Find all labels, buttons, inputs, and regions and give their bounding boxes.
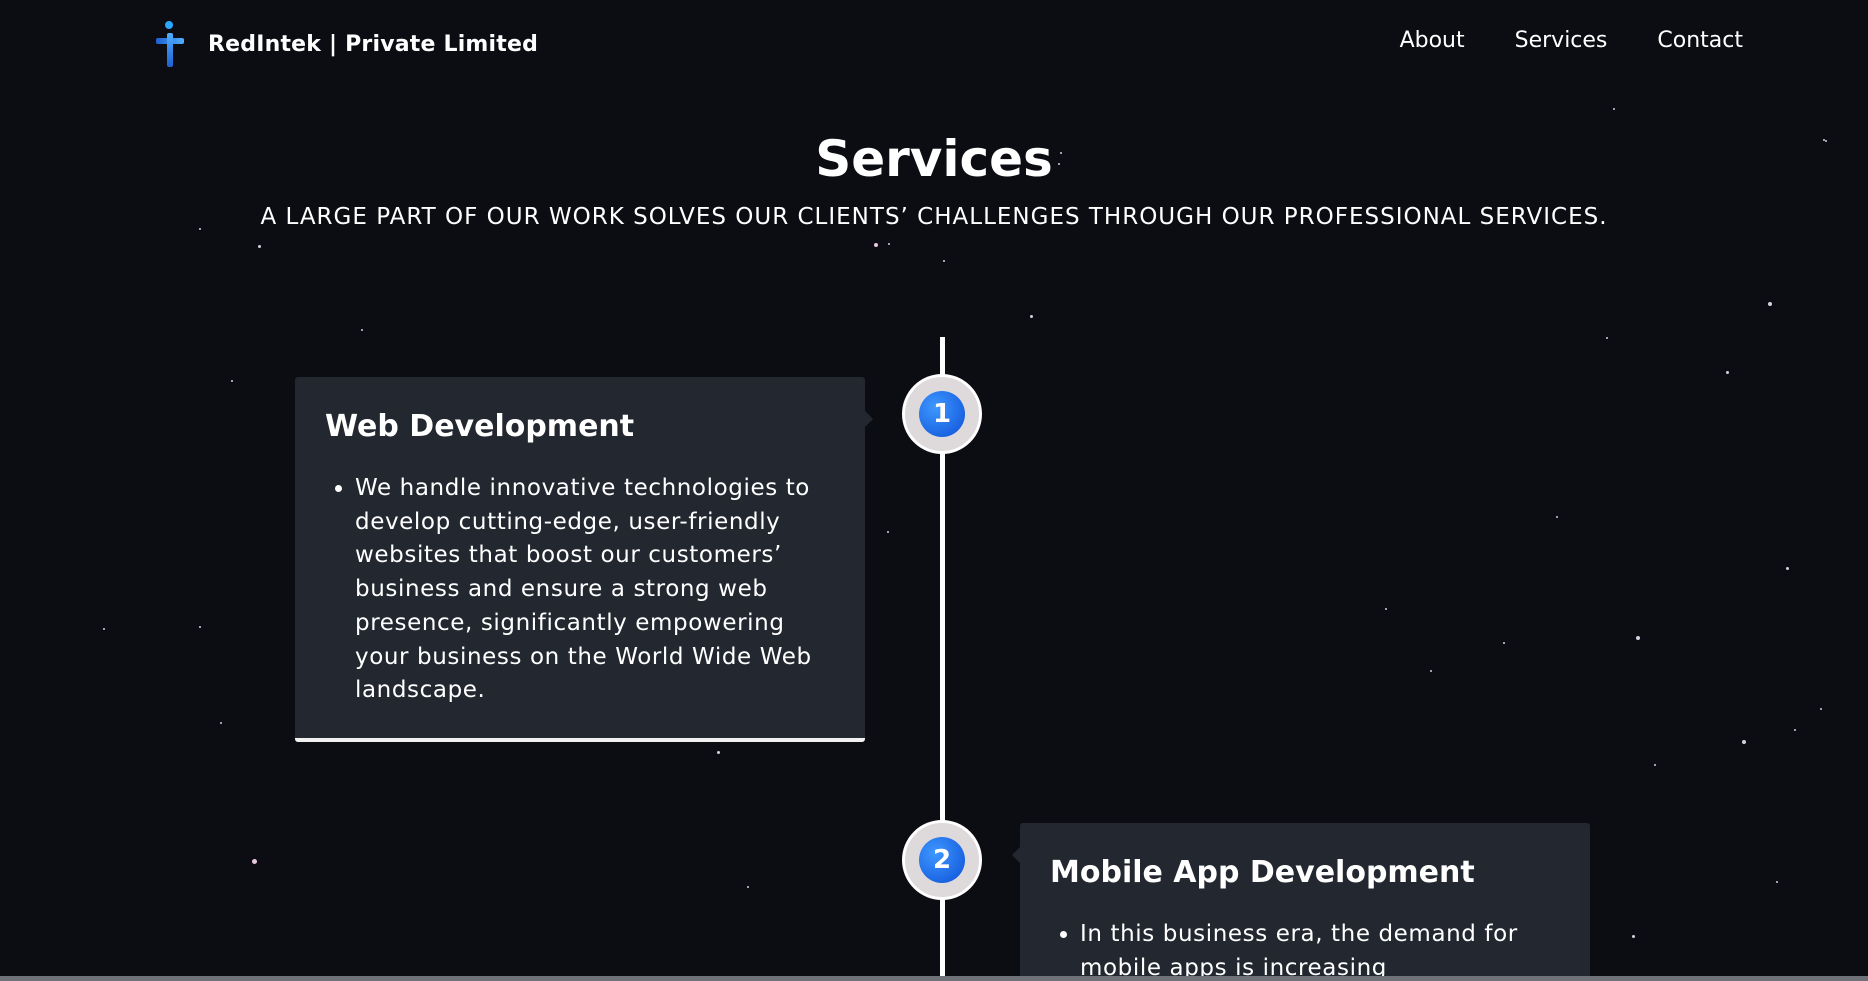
service-title: Mobile App Development <box>1050 855 1475 890</box>
star-dot <box>199 626 201 628</box>
service-bullet: In this business era, the demand for mob… <box>1080 918 1560 981</box>
service-bullet: We handle innovative technologies to dev… <box>355 472 835 708</box>
star-dot <box>887 531 889 533</box>
step-number-2: 2 <box>919 837 965 883</box>
nav-services[interactable]: Services <box>1515 28 1608 53</box>
services-subtitle: A LARGE PART OF OUR WORK SOLVES OUR CLIE… <box>260 204 1608 230</box>
star-dot <box>361 329 363 331</box>
star-dot <box>1742 740 1746 744</box>
star-dot <box>1030 315 1033 318</box>
nav-contact[interactable]: Contact <box>1657 28 1743 53</box>
star-dot <box>258 245 261 248</box>
main-nav: About Services Contact <box>1400 28 1743 53</box>
timeline-marker-2: 2 <box>902 820 982 900</box>
star-dot <box>1503 642 1505 644</box>
page: RedIntek | Private Limited About Service… <box>0 0 1868 981</box>
star-dot <box>1820 708 1822 710</box>
star-dot <box>1606 337 1608 339</box>
star-dot <box>220 722 222 724</box>
brand-name: RedIntek | Private Limited <box>208 31 539 57</box>
horizontal-scrollbar[interactable] <box>0 976 1868 981</box>
star-dot <box>252 859 257 864</box>
star-dot <box>103 628 105 630</box>
star-dot <box>1613 108 1615 110</box>
redintek-logo-icon <box>150 18 188 70</box>
service-card-mobile-app-development: Mobile App Development In this business … <box>1012 823 1590 981</box>
service-title: Web Development <box>325 409 635 444</box>
star-dot <box>1636 636 1640 640</box>
star-dot <box>1794 729 1796 731</box>
timeline-marker-1: 1 <box>902 374 982 454</box>
star-dot <box>1556 516 1558 518</box>
star-dot <box>1632 935 1635 938</box>
star-dot <box>1385 608 1387 610</box>
star-dot <box>874 243 878 247</box>
services-title: Services <box>815 130 1053 188</box>
star-dot <box>747 886 749 888</box>
star-dot <box>231 380 233 382</box>
service-card-web-development: Web Development We handle innovative tec… <box>295 377 873 742</box>
nav-about[interactable]: About <box>1400 28 1465 53</box>
star-dot <box>717 751 720 754</box>
star-dot <box>1786 567 1789 570</box>
service-description-list: In this business era, the demand for mob… <box>1050 918 1560 981</box>
star-dot <box>1768 302 1772 306</box>
star-dot <box>1726 371 1729 374</box>
step-number-1: 1 <box>919 391 965 437</box>
star-dot <box>943 260 945 262</box>
star-dot <box>1654 764 1656 766</box>
service-description-list: We handle innovative technologies to dev… <box>325 472 835 708</box>
star-dot <box>888 243 890 245</box>
star-dot <box>1776 881 1778 883</box>
brand[interactable]: RedIntek | Private Limited <box>150 16 538 72</box>
star-dot <box>1430 670 1432 672</box>
